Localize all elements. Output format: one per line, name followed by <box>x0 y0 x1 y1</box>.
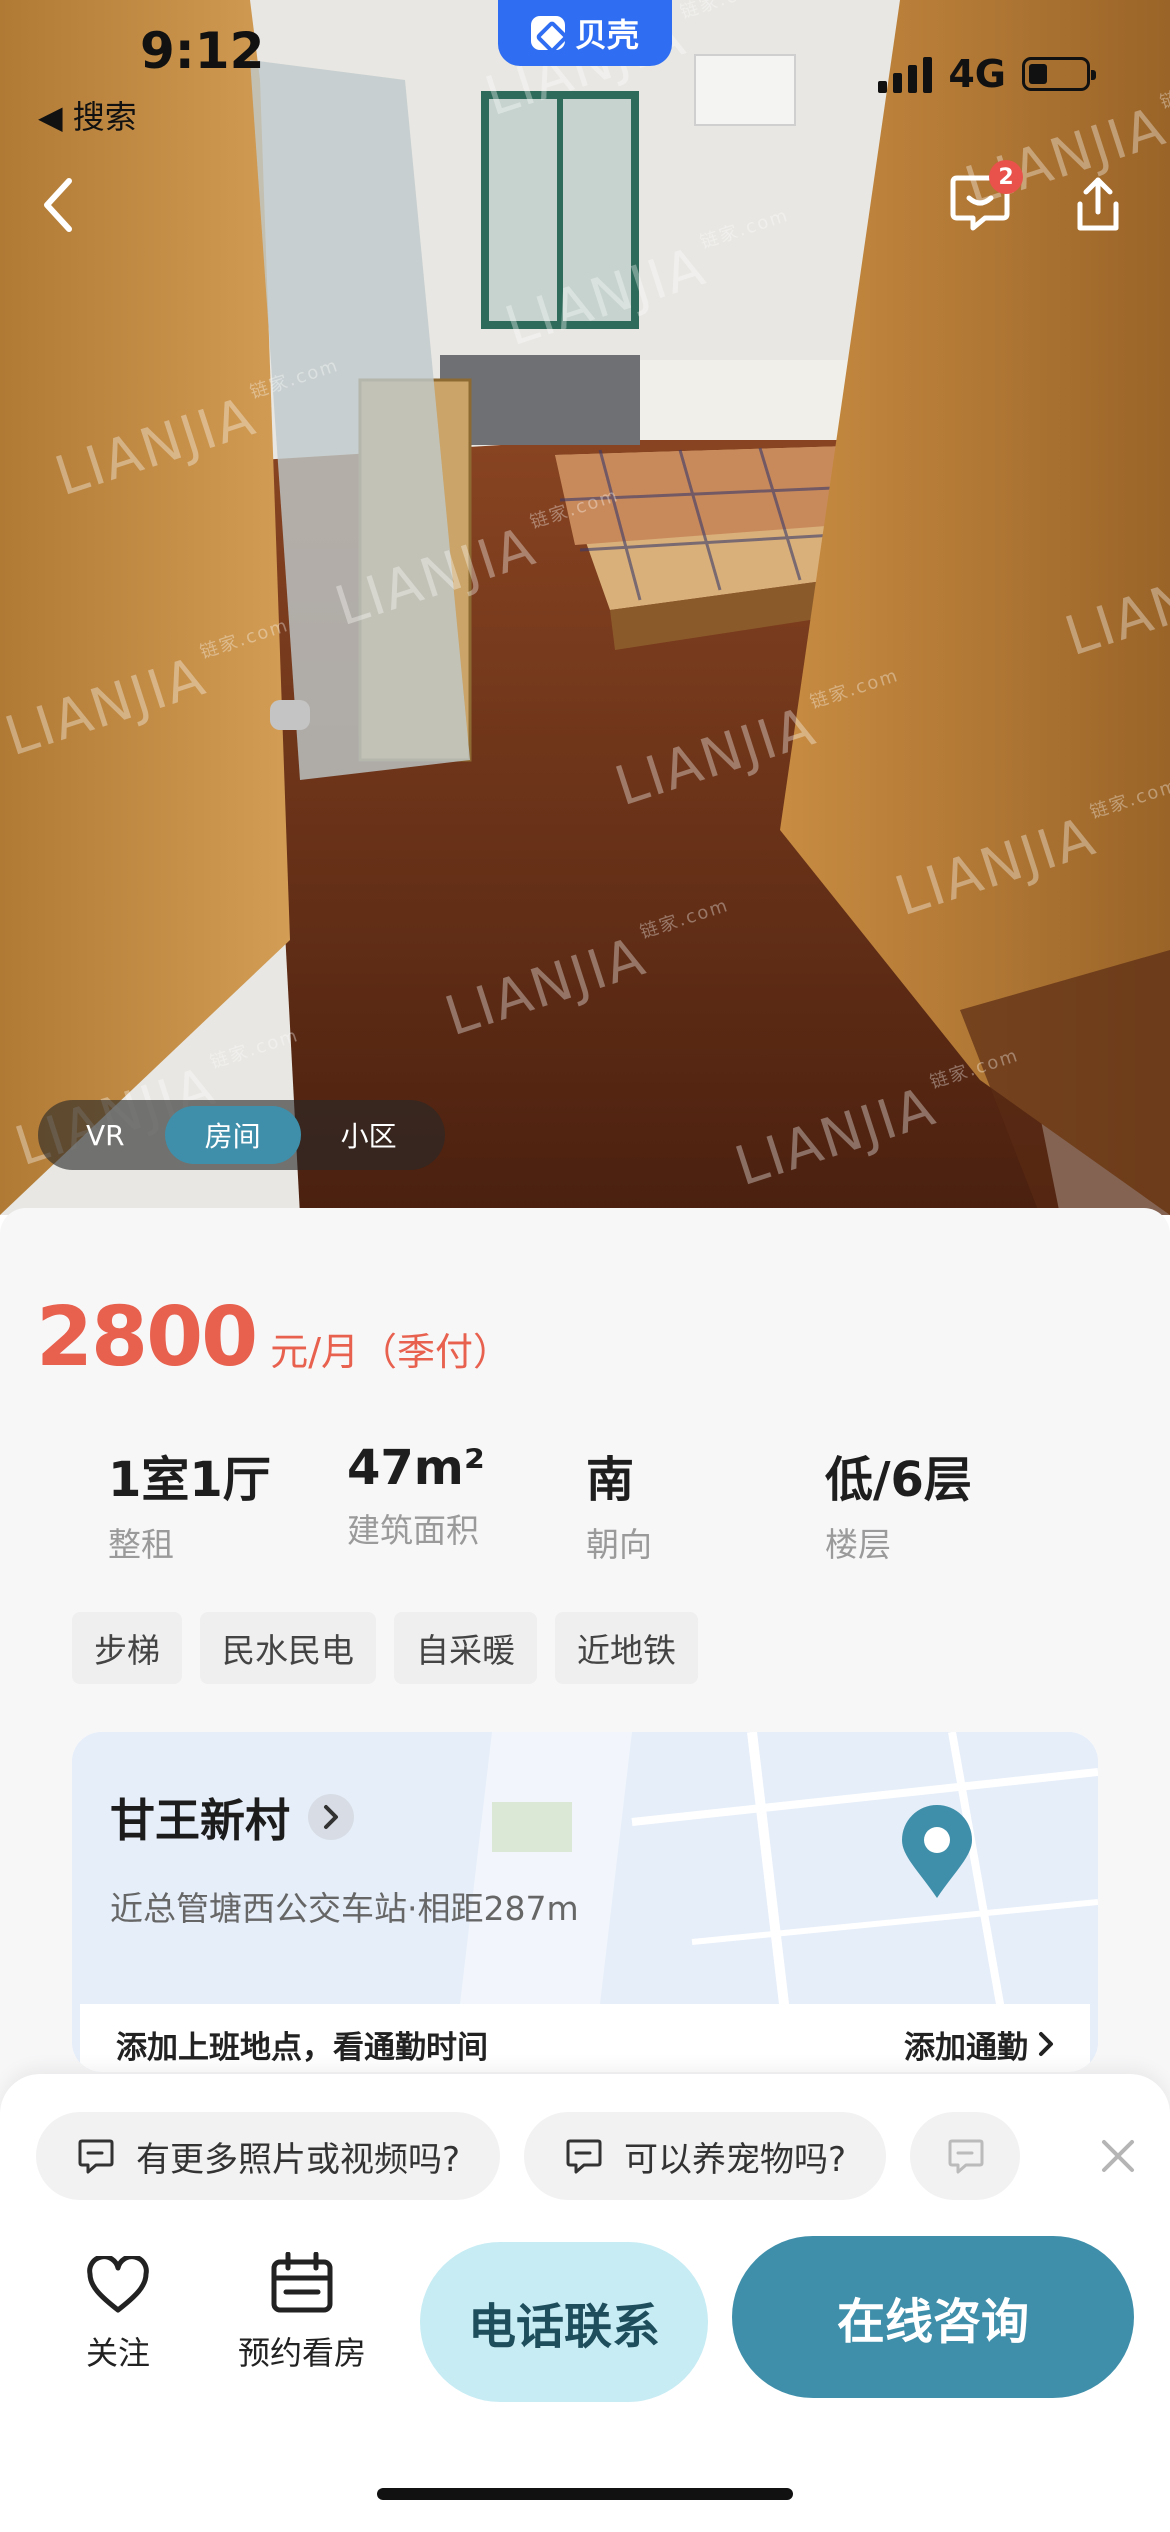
network-type: 4G <box>948 52 1006 96</box>
home-indicator <box>377 2488 793 2500</box>
chat-icon <box>948 2139 984 2174</box>
chevron-right-icon <box>308 1793 355 1840</box>
fact-label: 楼层 <box>825 1525 891 1564</box>
quick-question-chip[interactable] <box>910 2112 1021 2200</box>
battery-icon <box>1022 57 1096 91</box>
chat-icon <box>566 2139 602 2174</box>
tag: 民水民电 <box>200 1612 376 1684</box>
brand-name: 贝壳 <box>574 16 639 54</box>
share-icon <box>1077 177 1119 231</box>
key-facts: 1室1厅 整租 47m² 建筑面积 南 朝向 低/6层 楼层 <box>108 1440 1064 1566</box>
fact-floor: 低/6层 楼层 <box>825 1440 1064 1566</box>
messages-button[interactable]: 2 <box>945 160 1023 238</box>
share-button[interactable] <box>1060 170 1136 240</box>
commute-prompt: 添加上班地点，看通勤时间 <box>116 2029 488 2066</box>
community-link[interactable]: 甘王新村 <box>110 1784 355 1849</box>
fact-layout: 1室1厅 整租 <box>108 1440 347 1566</box>
call-button[interactable]: 电话联系 <box>420 2242 708 2402</box>
follow-button[interactable]: 关注 <box>86 2256 150 2374</box>
location-pin-icon <box>902 1805 972 1898</box>
fact-orientation: 南 朝向 <box>586 1440 825 1566</box>
rent-price: 2800 元/月（季付） <box>36 1290 511 1385</box>
chevron-right-icon <box>1039 2032 1053 2056</box>
back-to-app-link[interactable]: ◀ 搜索 <box>38 92 137 138</box>
price-amount: 2800 <box>36 1290 258 1385</box>
add-commute-label: 添加通勤 <box>904 2029 1028 2066</box>
back-button[interactable] <box>28 170 88 240</box>
online-consult-button[interactable]: 在线咨询 <box>732 2236 1134 2398</box>
schedule-viewing-button[interactable]: 预约看房 <box>238 2252 366 2374</box>
fact-value: 低/6层 <box>825 1452 972 1508</box>
brand-pill: 贝壳 <box>498 0 672 66</box>
fact-label: 整租 <box>108 1525 174 1564</box>
close-icon <box>1102 2140 1134 2172</box>
fact-area: 47m² 建筑面积 <box>347 1440 586 1566</box>
price-unit: 元/月（季付） <box>270 1330 512 1374</box>
fact-value: 1室1厅 <box>108 1452 271 1508</box>
schedule-label: 预约看房 <box>238 2334 367 2372</box>
fact-value: 47m² <box>347 1440 485 1496</box>
tag: 近地铁 <box>555 1612 698 1684</box>
listing-photo[interactable]: LIANJIA链家.com LIANJIA链家.com LIANJIA链家.co… <box>0 0 1170 1215</box>
chat-icon <box>78 2139 114 2174</box>
fact-value: 南 <box>586 1452 635 1508</box>
tab-vr[interactable]: VR <box>46 1106 165 1164</box>
tag: 步梯 <box>72 1612 182 1684</box>
follow-label: 关注 <box>86 2334 151 2372</box>
tab-room[interactable]: 房间 <box>164 1106 301 1164</box>
add-commute-link[interactable]: 添加通勤 <box>904 2022 1054 2067</box>
message-count-badge: 2 <box>989 160 1023 194</box>
close-questions-button[interactable] <box>1096 2134 1140 2178</box>
community-name: 甘王新村 <box>110 1794 291 1847</box>
heart-icon <box>87 2256 149 2313</box>
commute-row[interactable]: 添加上班地点，看通勤时间 添加通勤 <box>80 2004 1090 2072</box>
signal-icon <box>878 55 933 93</box>
quick-question-chip[interactable]: 可以养宠物吗? <box>524 2112 887 2200</box>
feature-tags: 步梯 民水民电 自采暖 近地铁 <box>72 1612 698 1684</box>
status-time: 9:12 <box>140 22 265 80</box>
fact-label: 建筑面积 <box>347 1511 479 1550</box>
question-text: 有更多照片或视频吗? <box>136 2139 461 2180</box>
media-tabs: VR 房间 小区 <box>38 1100 445 1170</box>
tag: 自采暖 <box>394 1612 537 1684</box>
quick-questions: 有更多照片或视频吗? 可以养宠物吗? <box>36 2112 1021 2200</box>
chevron-left-icon <box>44 178 72 232</box>
transit-distance: 近总管塘西公交车站·相距287m <box>110 1889 579 1928</box>
calendar-icon <box>271 2252 333 2313</box>
tab-community[interactable]: 小区 <box>301 1106 437 1164</box>
status-indicators: 4G <box>878 52 1096 96</box>
community-map-card[interactable]: 甘王新村 近总管塘西公交车站·相距287m 添加上班地点，看通勤时间 添加通勤 <box>72 1732 1098 2072</box>
question-text: 可以养宠物吗? <box>624 2139 847 2180</box>
fact-label: 朝向 <box>586 1525 652 1564</box>
brand-logo-icon <box>530 16 565 50</box>
quick-question-chip[interactable]: 有更多照片或视频吗? <box>36 2112 501 2200</box>
